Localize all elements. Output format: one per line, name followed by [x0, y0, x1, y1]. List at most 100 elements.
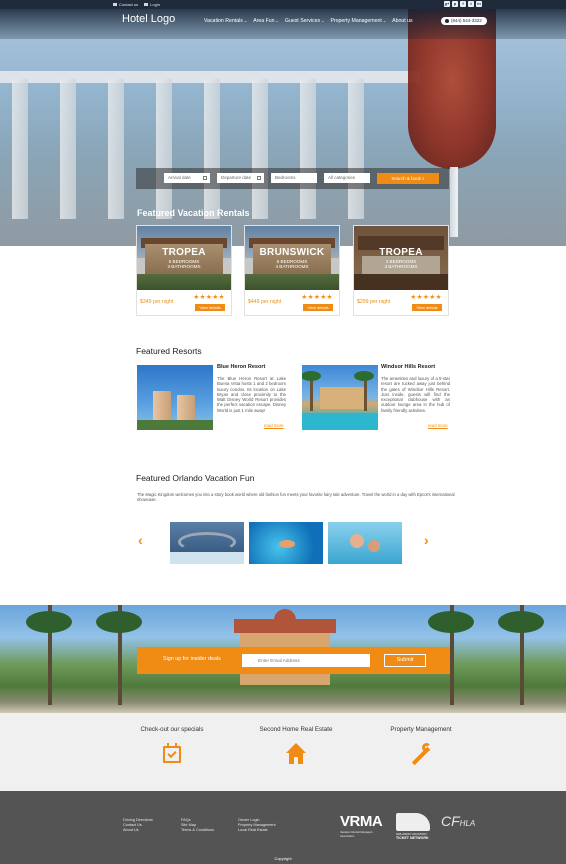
- menu-item-about-us[interactable]: About us: [392, 18, 412, 24]
- image-fish: [279, 540, 295, 548]
- menu-item-vacation-rentals[interactable]: Vacation Rentals⌄: [204, 18, 247, 24]
- rental-name: BRUNSWICK: [259, 247, 325, 258]
- home-icon: [285, 743, 307, 765]
- arrival-date-field[interactable]: Arrival date: [164, 173, 210, 183]
- view-details-button[interactable]: View details: [195, 304, 225, 311]
- facebook-icon[interactable]: f: [460, 1, 466, 7]
- fun-description: The Magic Kingdom welcomes you into a st…: [137, 492, 455, 503]
- search-icon: ⌕: [422, 176, 425, 181]
- footer-link[interactable]: Terms & Conditions: [181, 828, 214, 833]
- footer-link[interactable]: About Us: [123, 828, 153, 833]
- view-details-button[interactable]: View details: [412, 304, 442, 311]
- main-nav: Hotel Logo Vacation Rentals⌄ Area Fun⌄ G…: [0, 9, 566, 33]
- featured-rentals-title: Featured Vacation Rentals: [137, 208, 250, 218]
- service-real-estate[interactable]: Second Home Real Estate: [241, 726, 351, 765]
- fun-image-aquarium[interactable]: [249, 522, 323, 564]
- hero-image: [0, 9, 566, 246]
- menu-item-property-management[interactable]: Property Management⌄: [330, 18, 386, 24]
- image-frond: [354, 371, 374, 381]
- rental-card[interactable]: BRUNSWICK 6 BEDROOMS 4 BATHROOMS $449 pe…: [244, 225, 340, 316]
- cfhla-logo-main: CF: [441, 813, 460, 829]
- vrma-tagline: Vacation Rental Managers Association: [340, 830, 373, 838]
- bedrooms-select[interactable]: Bedrooms: [271, 173, 317, 183]
- rating-stars: ★★★★★: [410, 294, 442, 301]
- phone-button[interactable]: (844) 544-3322: [441, 17, 487, 25]
- signup-label: Sign up for insider deals: [163, 656, 221, 662]
- email-placeholder: Enter Email Address: [258, 658, 300, 663]
- ticket-network-logo[interactable]: ORLANDO VACATION TICKET NETWORK: [396, 811, 432, 841]
- bedrooms-value: Bedrooms: [275, 175, 296, 180]
- railing-post: [156, 79, 172, 219]
- rental-card[interactable]: TROPEA 4 BEDROOMS 3 BATHROOMS $299 per n…: [353, 225, 449, 316]
- image-person: [368, 540, 380, 552]
- menu-item-label: Guest Services: [284, 18, 321, 24]
- carousel-next-icon[interactable]: ›: [424, 532, 429, 548]
- departure-date-field[interactable]: Departure date: [217, 173, 264, 183]
- image-overlay: [354, 226, 448, 290]
- footer-link[interactable]: Local Real Estate: [238, 828, 276, 833]
- menu: Vacation Rentals⌄ Area Fun⌄ Guest Servic…: [204, 18, 413, 24]
- carousel-prev-icon[interactable]: ‹: [138, 532, 143, 548]
- read-more-link[interactable]: read more: [264, 423, 284, 428]
- view-details-button[interactable]: View details: [303, 304, 333, 311]
- featured-resorts-title: Featured Resorts: [136, 346, 202, 356]
- blue-heron-image[interactable]: [137, 365, 213, 430]
- menu-item-label: Property Management: [330, 18, 382, 24]
- resort-name[interactable]: Windsor Hills Resort: [381, 364, 435, 370]
- wine-glass-stem: [450, 167, 458, 237]
- arrival-date-placeholder: Arrival date: [168, 175, 191, 180]
- image-person: [350, 534, 364, 548]
- departure-date-placeholder: Departure date: [221, 175, 252, 180]
- chevron-down-icon: ⌄: [321, 18, 325, 23]
- menu-item-guest-services[interactable]: Guest Services⌄: [285, 18, 325, 24]
- image-canopy: [26, 611, 72, 633]
- image-pool: [302, 413, 378, 430]
- user-icon: [144, 3, 149, 7]
- page: Contact us Login g+ p f t in Hotel Logo …: [0, 0, 566, 864]
- icon-part: [286, 743, 306, 753]
- google-plus-icon[interactable]: g+: [444, 1, 450, 7]
- icon-part: [294, 757, 298, 764]
- railing-post: [60, 79, 76, 219]
- windsor-hills-image[interactable]: [302, 365, 378, 430]
- service-property-management[interactable]: Property Management: [366, 726, 476, 766]
- submit-button[interactable]: Submit: [384, 654, 426, 667]
- menu-item-label: Vacation Rentals: [204, 18, 243, 24]
- rental-card[interactable]: TROPEA 5 BEDROOMS 3 BATHROOMS $349 per n…: [136, 225, 232, 316]
- mail-icon: [113, 3, 117, 7]
- resort-name[interactable]: Blue Heron Resort: [217, 364, 265, 370]
- login-link[interactable]: Login: [144, 2, 160, 7]
- services-section: Check-out our specials Second Home Real …: [0, 713, 566, 791]
- fun-image-roller-coaster[interactable]: [170, 522, 244, 564]
- menu-item-area-fun[interactable]: Area Fun⌄: [253, 18, 279, 24]
- hotel-logo[interactable]: Hotel Logo: [122, 13, 175, 25]
- fun-title: Featured Orlando Vacation Fun: [136, 473, 255, 483]
- service-specials[interactable]: Check-out our specials: [117, 726, 227, 765]
- image-canopy: [498, 611, 544, 633]
- pinterest-icon[interactable]: p: [452, 1, 458, 7]
- footer: Driving Directions Contact Us About Us F…: [0, 791, 566, 864]
- menu-item-label: Area Fun: [253, 18, 275, 24]
- top-links: Contact us Login: [113, 2, 160, 7]
- vrma-logo[interactable]: VRMA: [340, 813, 383, 830]
- rental-price: $449 per night: [248, 299, 282, 305]
- contact-link[interactable]: Contact us: [113, 2, 138, 7]
- fun-image-dolphins[interactable]: [328, 522, 402, 564]
- category-select[interactable]: All categories: [324, 173, 370, 183]
- rental-price: $349 per night: [140, 299, 174, 305]
- icon-part: [422, 743, 431, 752]
- rental-image: BRUNSWICK 6 BEDROOMS 4 BATHROOMS: [245, 226, 339, 290]
- twitter-icon[interactable]: t: [468, 1, 474, 7]
- linkedin-icon[interactable]: in: [476, 1, 482, 7]
- cfhla-logo[interactable]: CFHLA: [441, 813, 475, 829]
- railing-post: [204, 79, 220, 219]
- chevron-down-icon: ⌄: [382, 18, 387, 23]
- cfhla-logo-small: HLA: [459, 819, 476, 828]
- railing-post: [252, 79, 268, 219]
- rental-image: TROPEA 4 BEDROOMS 3 BATHROOMS: [354, 226, 448, 290]
- read-more-link[interactable]: read more: [428, 423, 448, 428]
- image-canopy: [428, 611, 474, 633]
- top-strip: Contact us Login g+ p f t in: [0, 0, 566, 9]
- email-field[interactable]: Enter Email Address: [242, 654, 370, 667]
- search-book-button[interactable]: Search & book ⌕: [377, 173, 439, 184]
